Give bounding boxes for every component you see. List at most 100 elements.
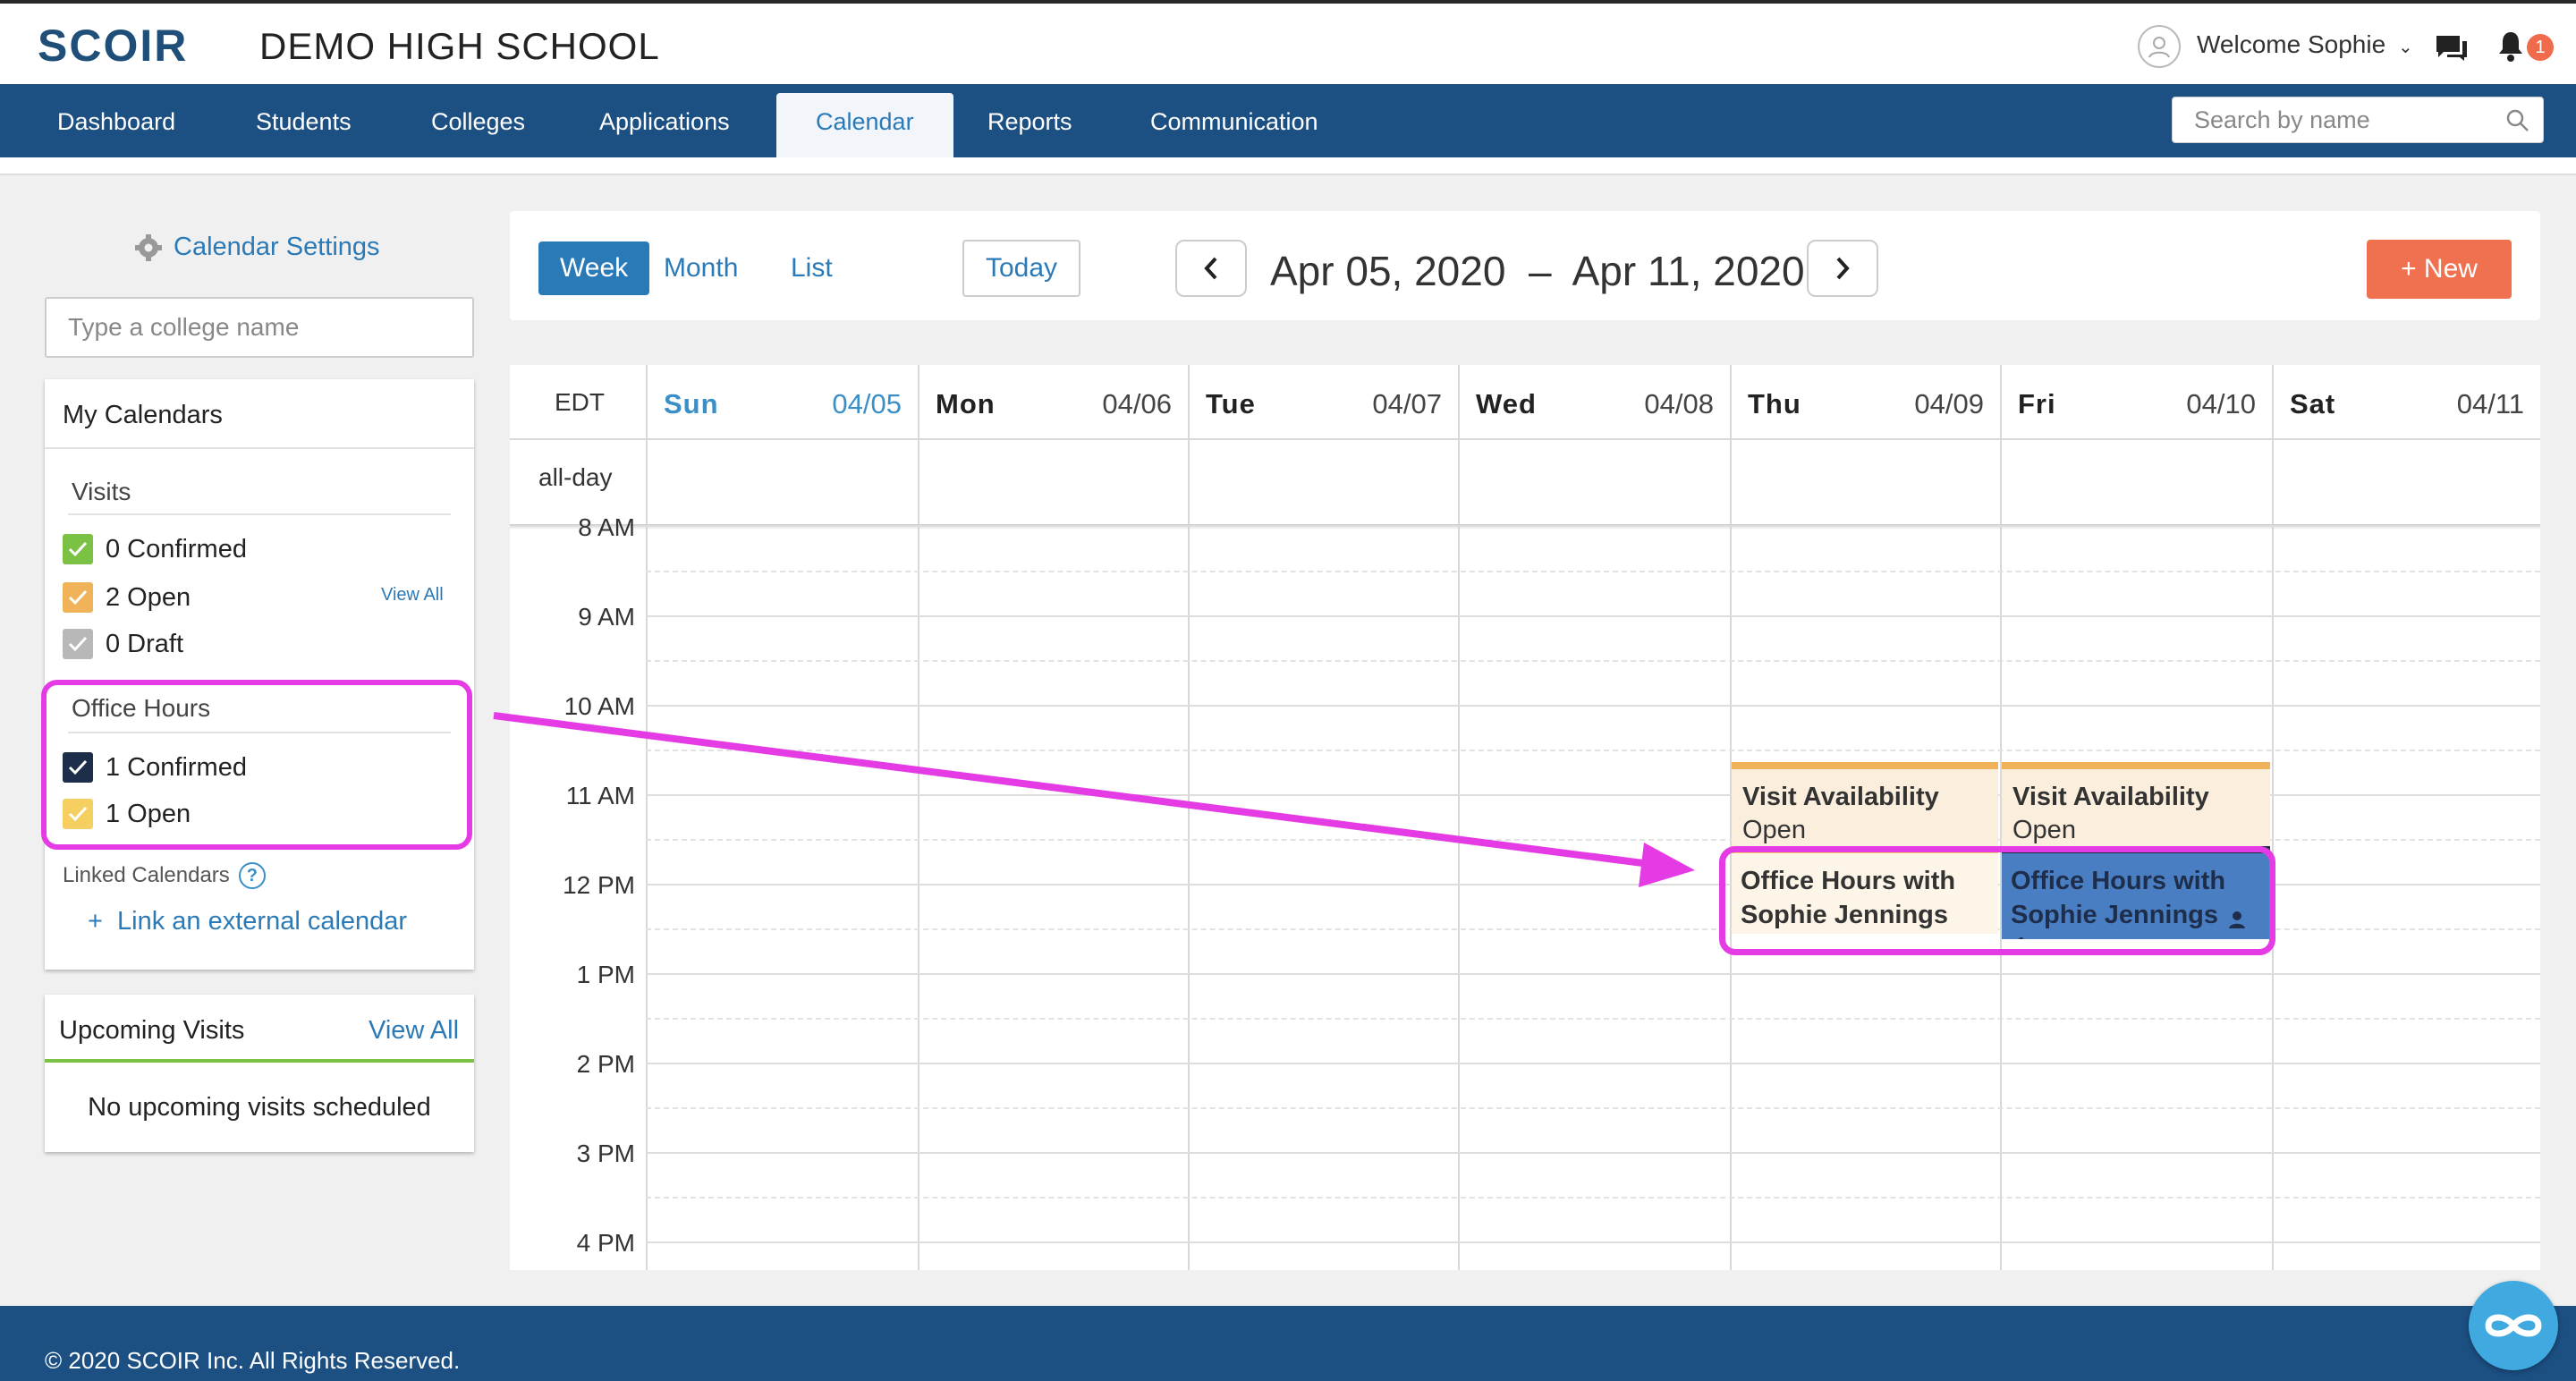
nav-applications[interactable]: Applications <box>560 84 769 157</box>
new-event-button[interactable]: + New <box>2367 240 2512 299</box>
chat-icon[interactable] <box>2435 34 2469 61</box>
nav-reports[interactable]: Reports <box>948 84 1112 157</box>
visits-draft-label: 0 Draft <box>106 629 184 658</box>
next-week-button[interactable] <box>1807 240 1878 297</box>
day-header-thu[interactable]: Thu 04/09 <box>1730 365 2000 438</box>
chevron-right-icon <box>1836 257 1850 280</box>
hour-label: 2 PM <box>576 1050 635 1078</box>
hour-label: 3 PM <box>576 1140 635 1167</box>
upcoming-empty-message: No upcoming visits scheduled <box>88 1093 431 1122</box>
link-external-calendar[interactable]: + Link an external calendar <box>88 907 407 936</box>
college-name-input[interactable] <box>47 299 472 356</box>
hour-label: 10 AM <box>564 692 635 720</box>
today-button[interactable]: Today <box>962 240 1080 297</box>
allday-slot[interactable] <box>1458 438 1730 524</box>
upcoming-divider <box>45 1059 474 1063</box>
checkbox-checked-icon <box>63 534 93 564</box>
nav-students[interactable]: Students <box>216 84 391 157</box>
linked-calendars-heading: Linked Calendars ? <box>63 862 266 889</box>
chevron-down-icon: ⌄ <box>2397 38 2413 57</box>
scoir-logo[interactable]: SCOIR <box>38 20 188 72</box>
event-visit-availability-fri[interactable]: Visit Availability Open <box>2002 762 2270 846</box>
checkbox-checked-icon <box>63 582 93 613</box>
allday-slot[interactable] <box>646 438 918 524</box>
week-calendar: EDT Sun 04/05 Mon 04/06 Tue 04/07 Wed 04/08 … <box>510 365 2540 1270</box>
day-header-sat[interactable]: Sat 04/11 <box>2272 365 2540 438</box>
event-visit-availability-thu[interactable]: Visit Availability Open <box>1732 762 1998 846</box>
linked-calendars-label: Linked Calendars <box>63 863 230 887</box>
day-name: Sun <box>664 388 719 419</box>
user-menu[interactable]: Welcome Sophie ⌄ <box>2197 30 2413 59</box>
copyright-text: © 2020 SCOIR Inc. All Rights Reserved. <box>45 1347 461 1374</box>
day-header-tue[interactable]: Tue 04/07 <box>1188 365 1458 438</box>
day-date: 04/06 <box>1102 388 1172 419</box>
day-name: Wed <box>1476 388 1537 419</box>
allday-label: all-day <box>538 463 613 491</box>
infinity-icon <box>2485 1314 2542 1337</box>
college-search <box>45 297 474 358</box>
help-icon[interactable]: ? <box>238 862 266 889</box>
search-box <box>2172 97 2544 143</box>
day-date: 04/11 <box>2456 388 2524 419</box>
visits-view-all-link[interactable]: View All <box>381 585 444 606</box>
search-input[interactable] <box>2173 97 2477 142</box>
chevron-left-icon <box>1204 257 1217 280</box>
calendar-settings-label: Calendar Settings <box>174 233 380 261</box>
visits-confirmed-label: 0 Confirmed <box>106 534 247 563</box>
date-range-title: Apr 05, 2020 – Apr 11, 2020 <box>1270 248 1805 294</box>
my-calendars-panel: My Calendars Visits 0 Confirmed 2 Open V… <box>45 379 474 970</box>
view-week-button[interactable]: Week <box>538 241 650 295</box>
visits-draft-toggle[interactable]: 0 Draft <box>63 626 183 662</box>
day-name: Fri <box>2018 388 2056 419</box>
school-name: DEMO HIGH SCHOOL <box>259 25 660 67</box>
visits-open-label: 2 Open <box>106 582 191 612</box>
nav-communication[interactable]: Communication <box>1111 84 1358 157</box>
event-status: Open <box>2012 816 2076 844</box>
nav-underbar <box>0 157 2576 175</box>
nav-colleges[interactable]: Colleges <box>392 84 564 157</box>
allday-slot[interactable] <box>2272 438 2540 524</box>
event-title: Visit Availability <box>2012 783 2209 811</box>
gear-icon <box>135 233 162 261</box>
visits-group-title: Visits <box>72 478 131 505</box>
calendar-toolbar: Week Month List Today Apr 05, 2020 – Apr… <box>510 211 2540 320</box>
upcoming-visits-title: Upcoming Visits <box>59 1016 245 1045</box>
day-name: Thu <box>1748 388 1801 419</box>
top-header: SCOIR DEMO HIGH SCHOOL Welcome Sophie ⌄ … <box>0 0 2576 84</box>
allday-label-cell: all-day <box>510 438 646 524</box>
hour-label: 1 PM <box>576 961 635 988</box>
prev-week-button[interactable] <box>1175 240 1247 297</box>
my-calendars-title: My Calendars <box>63 401 223 429</box>
day-header-mon[interactable]: Mon 04/06 <box>918 365 1188 438</box>
allday-slot[interactable] <box>1730 438 2000 524</box>
highlight-office-hours-filters <box>41 680 472 850</box>
timezone-label: EDT <box>555 388 605 416</box>
upcoming-view-all-link[interactable]: View All <box>369 1016 459 1046</box>
nav-calendar[interactable]: Calendar <box>776 93 953 157</box>
search-icon[interactable] <box>2505 108 2530 133</box>
allday-slot[interactable] <box>2000 438 2272 524</box>
allday-slot[interactable] <box>918 438 1188 524</box>
day-name: Sat <box>2290 388 2336 419</box>
welcome-label: Welcome Sophie <box>2197 30 2386 58</box>
nav-dashboard[interactable]: Dashboard <box>18 84 215 157</box>
day-header-wed[interactable]: Wed 04/08 <box>1458 365 1730 438</box>
user-avatar-icon[interactable] <box>2138 25 2181 68</box>
help-chat-button[interactable] <box>2469 1281 2558 1370</box>
upcoming-visits-panel: Upcoming Visits View All No upcoming vis… <box>45 995 474 1152</box>
view-month-button[interactable]: Month <box>642 241 759 295</box>
visits-open-toggle[interactable]: 2 Open <box>63 580 191 615</box>
hour-label: 9 AM <box>578 603 635 631</box>
view-list-button[interactable]: List <box>769 241 854 295</box>
hour-label: 4 PM <box>576 1229 635 1257</box>
calendar-settings-link[interactable]: Calendar Settings <box>134 233 380 262</box>
checkbox-checked-icon <box>63 629 93 659</box>
bell-icon[interactable] <box>2497 30 2524 63</box>
allday-slot[interactable] <box>1188 438 1458 524</box>
hour-label: 11 AM <box>565 782 635 809</box>
day-header-fri[interactable]: Fri 04/10 <box>2000 365 2272 438</box>
day-date: 04/05 <box>832 388 902 419</box>
day-header-sun[interactable]: Sun 04/05 <box>646 365 918 438</box>
day-date: 04/07 <box>1372 388 1442 419</box>
visits-confirmed-toggle[interactable]: 0 Confirmed <box>63 531 247 567</box>
